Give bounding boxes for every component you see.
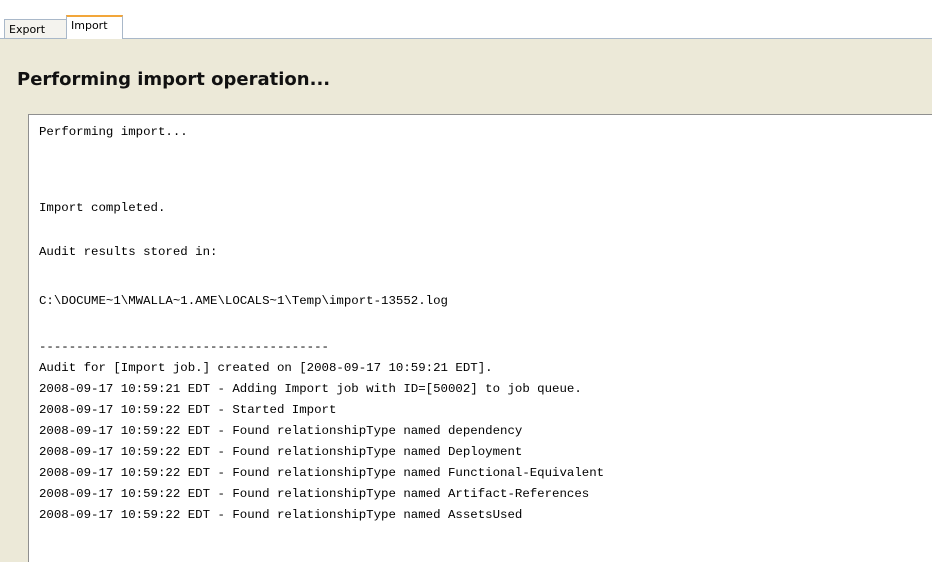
audit-line: 2008-09-17 10:59:22 EDT - Found relation…	[39, 466, 605, 480]
audit-line: 2008-09-17 10:59:22 EDT - Found relation…	[39, 487, 590, 501]
audit-line: 2008-09-17 10:59:22 EDT - Found relation…	[39, 508, 523, 522]
audit-line: 2008-09-17 10:59:22 EDT - Found relation…	[39, 445, 523, 459]
page-title: Performing import operation...	[17, 69, 331, 90]
audit-line: 2008-09-17 10:59:21 EDT - Adding Import …	[39, 382, 582, 396]
tab-export[interactable]: Export	[4, 19, 67, 38]
audit-line: Audit for [Import job.] created on [2008…	[39, 361, 493, 375]
audit-line: 2008-09-17 10:59:22 EDT - Started Import	[39, 403, 337, 417]
log-line: Audit results stored in:	[39, 245, 218, 259]
import-panel: Performing import operation... Performin…	[0, 39, 932, 562]
log-separator: ---------------------------------------	[39, 340, 329, 354]
log-path: C:\DOCUME~1\MWALLA~1.AME\LOCALS~1\Temp\i…	[39, 294, 448, 308]
tab-bar: Export Import	[0, 0, 932, 39]
tab-import[interactable]: Import	[66, 15, 123, 39]
log-line: Performing import...	[39, 125, 188, 139]
log-line: Import completed.	[39, 201, 166, 215]
import-log-output[interactable]: Performing import... Import completed. A…	[28, 114, 932, 562]
audit-line: 2008-09-17 10:59:22 EDT - Found relation…	[39, 424, 523, 438]
